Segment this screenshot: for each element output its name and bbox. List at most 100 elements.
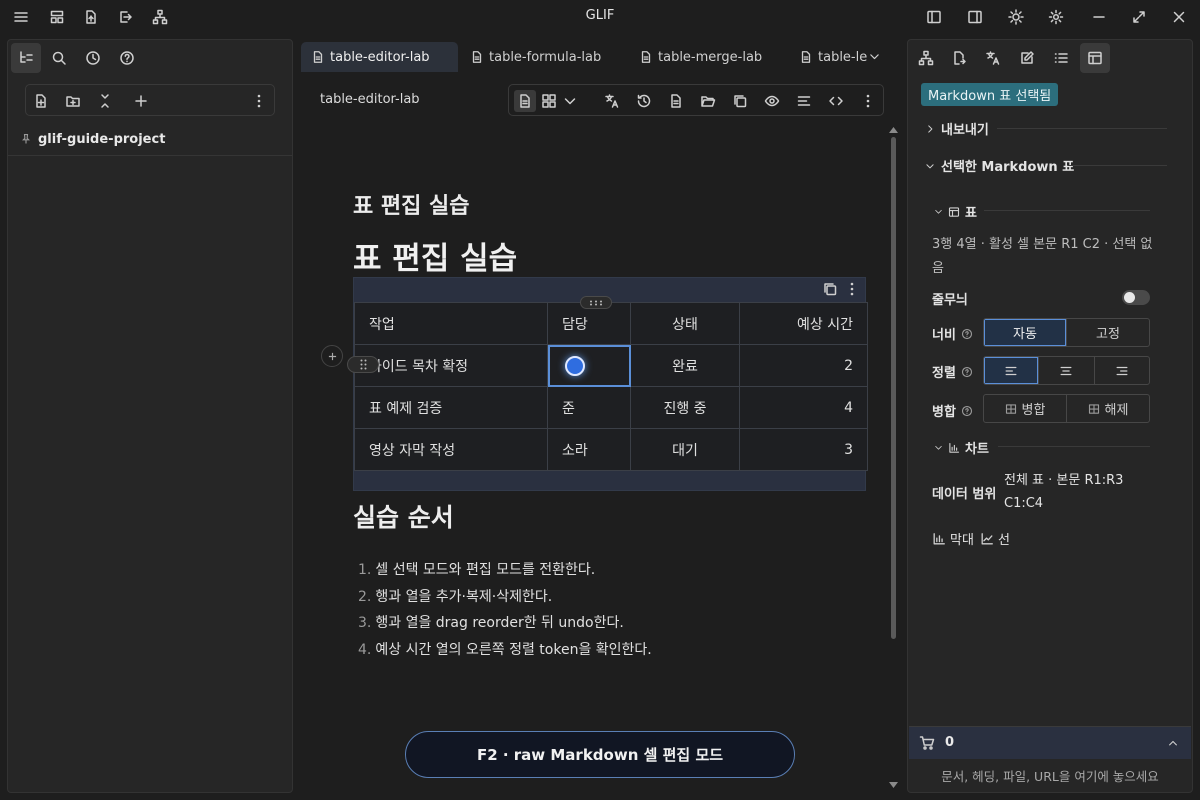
table-inspector-icon[interactable]	[1080, 43, 1110, 73]
more-options-icon[interactable]	[250, 92, 268, 110]
document-view-icon[interactable]	[514, 90, 536, 112]
layout-icon[interactable]	[46, 6, 68, 28]
close-icon[interactable]	[1168, 6, 1190, 28]
copy-table-icon[interactable]	[822, 281, 838, 297]
new-note-icon[interactable]	[32, 92, 50, 110]
more-options-icon[interactable]	[859, 92, 877, 110]
left-sidebar: glif-guide-project	[7, 39, 293, 793]
sitemap-icon[interactable]	[149, 6, 171, 28]
table-cell[interactable]: 대기	[630, 428, 740, 471]
column-drag-handle[interactable]	[580, 296, 612, 309]
view-toolbar	[508, 84, 884, 116]
history-clock-icon[interactable]	[78, 43, 108, 73]
table-cell[interactable]: 3	[739, 428, 868, 471]
align-center-button[interactable]	[1038, 357, 1093, 384]
subsection-table[interactable]: 표	[934, 202, 977, 221]
left-sidebar-toggle-icon[interactable]	[923, 6, 945, 28]
table-cell[interactable]: 소라	[547, 428, 631, 471]
tab-overflow-chevron-icon[interactable]	[868, 50, 881, 63]
list-item: 1. 셀 선택 모드와 편집 모드를 전환한다.	[358, 562, 596, 578]
theme-icon[interactable]	[1005, 6, 1027, 28]
table-menu-icon[interactable]	[844, 281, 860, 297]
chevron-down-icon[interactable]	[561, 92, 579, 110]
table-header-cell[interactable]: 상태	[630, 302, 740, 345]
bar-chart-icon	[933, 532, 945, 544]
zebra-toggle[interactable]	[1122, 290, 1150, 305]
tab-table-editor-lab[interactable]: table-editor-lab	[301, 42, 458, 72]
width-fixed-button[interactable]: 고정	[1066, 319, 1149, 346]
scrollbar[interactable]	[891, 137, 896, 639]
file-text-icon[interactable]	[667, 92, 685, 110]
maximize-icon[interactable]	[1128, 6, 1150, 28]
vault-root[interactable]: glif-guide-project	[20, 128, 165, 150]
tab-table-merge-lab[interactable]: table-merge-lab	[629, 42, 794, 72]
drop-zone-hint[interactable]: 문서, 헤딩, 파일, URL을 여기에 놓으세요	[908, 760, 1192, 785]
chart-type-line[interactable]: 선	[980, 529, 1010, 548]
table-cell[interactable]: 완료	[630, 344, 740, 387]
width-auto-button[interactable]: 자동	[984, 319, 1066, 346]
translate-icon[interactable]	[978, 43, 1008, 73]
help-icon[interactable]	[112, 43, 142, 73]
raw-cell-edit-mode-button[interactable]: F2 · raw Markdown 셀 편집 모드	[405, 731, 795, 778]
bar-chart-icon	[949, 442, 960, 453]
align-left-button[interactable]	[984, 357, 1039, 384]
preview-eye-icon[interactable]	[763, 92, 781, 110]
table-header-cell[interactable]: 예상 시간	[739, 302, 868, 345]
search-icon[interactable]	[44, 43, 74, 73]
file-link-icon[interactable]	[944, 43, 974, 73]
table-cell[interactable]: 2	[739, 344, 868, 387]
subsection-chart[interactable]: 차트	[934, 438, 989, 457]
edit-icon[interactable]	[1012, 43, 1042, 73]
settings-gear-icon[interactable]	[1045, 6, 1067, 28]
divider	[984, 210, 1150, 211]
outline-tree-icon[interactable]	[911, 43, 941, 73]
minimize-icon[interactable]	[1088, 6, 1110, 28]
table-info: 3행 4열 · 활성 셀 본문 R1 C2 · 선택 없음	[932, 237, 1153, 276]
copy-icon[interactable]	[731, 92, 749, 110]
scroll-up-icon[interactable]	[889, 127, 898, 133]
add-icon[interactable]	[132, 92, 150, 110]
row-drag-handle[interactable]	[347, 356, 379, 373]
table-cell[interactable]: 영상 자막 작성	[354, 428, 548, 471]
width-label: 너비	[932, 324, 973, 343]
table-cell[interactable]: 가이드 목차 확정	[354, 344, 548, 387]
align-right-button[interactable]	[1093, 357, 1149, 384]
table-header-cell[interactable]: 작업	[354, 302, 548, 345]
help-icon	[961, 328, 972, 339]
scroll-down-icon[interactable]	[889, 782, 898, 788]
new-folder-icon[interactable]	[64, 92, 82, 110]
merge-segmented: 병합 해제	[983, 394, 1150, 423]
menu-icon[interactable]	[10, 6, 32, 28]
file-tree-tab[interactable]	[11, 43, 41, 73]
grid-view-icon[interactable]	[540, 92, 558, 110]
code-icon[interactable]	[827, 92, 845, 110]
heading-3: 표 편집 실습	[353, 194, 470, 219]
table-cell-active[interactable]	[547, 344, 631, 387]
table-cell[interactable]: 준	[547, 386, 631, 429]
history-icon[interactable]	[635, 92, 653, 110]
tab-table-le[interactable]: table-le	[789, 42, 867, 72]
chart-type-bar[interactable]: 막대	[932, 529, 974, 548]
chevron-up-icon[interactable]	[1167, 737, 1179, 749]
section-selected-table[interactable]: 선택한 Markdown 표	[925, 156, 1074, 175]
list-icon[interactable]	[1046, 43, 1076, 73]
folder-open-icon[interactable]	[699, 92, 717, 110]
add-row-button[interactable]	[321, 345, 343, 367]
table-cell[interactable]: 4	[739, 386, 868, 429]
merge-button[interactable]: 병합	[984, 395, 1066, 422]
new-file-icon[interactable]	[80, 6, 102, 28]
divider	[998, 446, 1150, 447]
table-cell[interactable]: 진행 중	[630, 386, 740, 429]
markdown-table-block[interactable]: 작업 담당 상태 예상 시간 가이드 목차 확정 완료 2 표 예제 검증 준 …	[347, 277, 868, 491]
table-header-row: 작업 담당 상태 예상 시간	[354, 302, 868, 345]
unmerge-button[interactable]: 해제	[1066, 395, 1149, 422]
drop-cart-bar[interactable]: 0	[909, 726, 1191, 759]
collapse-all-icon[interactable]	[96, 92, 114, 110]
tab-table-formula-lab[interactable]: table-formula-lab	[460, 42, 627, 72]
export-icon[interactable]	[114, 6, 136, 28]
table-cell[interactable]: 표 예제 검증	[354, 386, 548, 429]
right-sidebar-toggle-icon[interactable]	[964, 6, 986, 28]
align-text-icon[interactable]	[795, 92, 813, 110]
section-export[interactable]: 내보내기	[925, 119, 989, 138]
translate-icon[interactable]	[603, 92, 621, 110]
